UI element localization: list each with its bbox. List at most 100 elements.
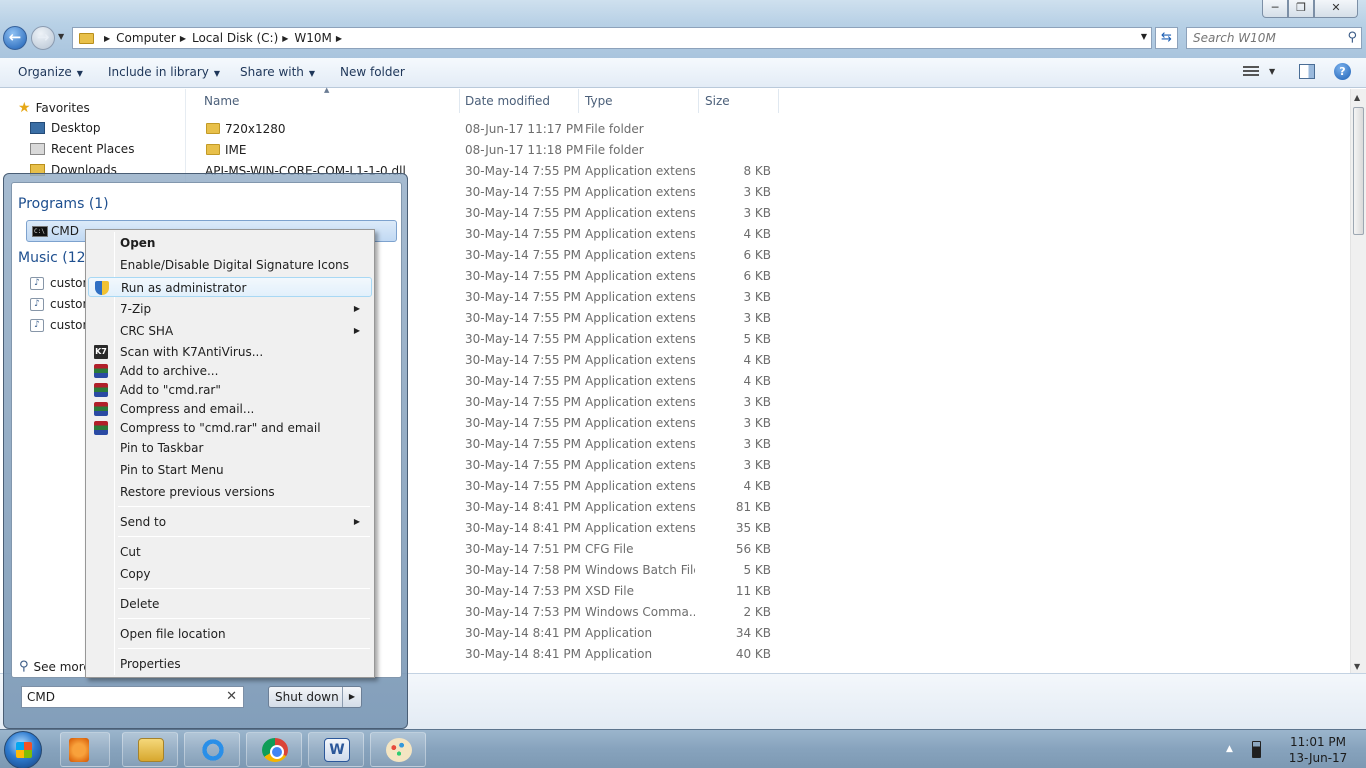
start-search-input[interactable] xyxy=(22,687,217,707)
menu-label: Add to archive... xyxy=(120,364,219,378)
column-divider[interactable] xyxy=(778,89,779,113)
menu-copy[interactable]: Copy xyxy=(88,564,372,584)
menu-delete[interactable]: Delete xyxy=(88,594,372,614)
winrar-icon xyxy=(94,402,108,416)
menu-cut[interactable]: Cut xyxy=(88,542,372,562)
file-size: 40 KB xyxy=(735,647,771,661)
search-input[interactable] xyxy=(1187,28,1337,48)
clear-search-icon[interactable]: ✕ xyxy=(226,689,237,704)
menu-open-file-location[interactable]: Open file location xyxy=(88,624,372,644)
column-type[interactable]: Type xyxy=(585,94,613,108)
new-folder-button[interactable]: New folder xyxy=(340,65,405,79)
file-date-modified: 30-May-14 7:53 PM xyxy=(465,584,581,598)
file-date-modified: 30-May-14 7:55 PM xyxy=(465,311,581,325)
menu-add-to-archive[interactable]: Add to archive... xyxy=(88,361,372,381)
start-button[interactable] xyxy=(4,731,42,768)
file-size: 35 KB xyxy=(735,521,771,535)
help-icon[interactable]: ? xyxy=(1334,63,1351,80)
breadcrumb-computer[interactable]: Computer xyxy=(116,31,176,45)
scroll-down-arrow[interactable]: ▼ xyxy=(1354,662,1360,671)
minimize-button[interactable]: ─ xyxy=(1262,0,1288,18)
share-with-menu[interactable]: Share with ▼ xyxy=(240,65,315,79)
preview-pane-icon[interactable] xyxy=(1299,64,1315,79)
menu-compress-cmd-rar-email[interactable]: Compress to "cmd.rar" and email xyxy=(88,418,372,438)
search-icon[interactable]: ⚲ xyxy=(1347,30,1357,45)
shutdown-options-arrow[interactable]: ▶ xyxy=(342,687,361,707)
file-size: 3 KB xyxy=(743,458,771,472)
menu-pin-to-taskbar[interactable]: Pin to Taskbar xyxy=(88,438,372,458)
column-divider[interactable] xyxy=(698,89,699,113)
file-type: Application extens... xyxy=(585,311,695,325)
chevron-right-icon[interactable]: ▶ xyxy=(180,34,186,43)
menu-run-as-administrator[interactable]: Run as administrator xyxy=(88,277,372,297)
menu-open[interactable]: Open xyxy=(88,233,372,253)
show-hidden-icons-arrow[interactable]: ▲ xyxy=(1226,744,1233,754)
programs-heading[interactable]: Programs (1) xyxy=(18,196,109,212)
clock[interactable]: 11:01 PM 13-Jun-17 xyxy=(1278,734,1358,766)
file-size: 5 KB xyxy=(743,563,771,577)
breadcrumb-w10m[interactable]: W10M xyxy=(294,31,332,45)
menu-label: Enable/Disable Digital Signature Icons xyxy=(120,258,350,272)
scroll-up-arrow[interactable]: ▲ xyxy=(1354,93,1360,102)
menu-label: Cut xyxy=(120,545,141,559)
see-more-results-link[interactable]: ⚲ See more xyxy=(19,659,91,674)
taskbar-internet-explorer[interactable] xyxy=(184,732,240,767)
chevron-right-icon[interactable]: ▶ xyxy=(336,34,342,43)
menu-properties[interactable]: Properties xyxy=(88,654,372,674)
chevron-right-icon[interactable]: ▶ xyxy=(104,34,110,43)
address-bar[interactable]: ▶ Computer ▶ Local Disk (C:) ▶ W10M ▶ ▼ xyxy=(72,27,1152,49)
menu-add-to-cmd-rar[interactable]: Add to "cmd.rar" xyxy=(88,380,372,400)
menu-label: Restore previous versions xyxy=(120,485,275,499)
taskbar-word[interactable]: W xyxy=(308,732,364,767)
change-view-icon[interactable] xyxy=(1243,66,1259,78)
menu-restore-previous-versions[interactable]: Restore previous versions xyxy=(88,482,372,502)
nav-desktop[interactable]: Desktop xyxy=(30,121,101,135)
menu-label: Add to "cmd.rar" xyxy=(120,383,221,397)
table-row[interactable]: IME 08-Jun-17 11:18 PM File folder xyxy=(187,140,787,161)
include-in-library-label: Include in library xyxy=(108,65,209,79)
menu-scan-k7[interactable]: K7 Scan with K7AntiVirus... xyxy=(88,342,372,362)
column-date-modified[interactable]: Date modified xyxy=(465,94,550,108)
menu-pin-to-start[interactable]: Pin to Start Menu xyxy=(88,460,372,480)
taskbar-explorer[interactable] xyxy=(122,732,178,767)
close-button[interactable]: ✕ xyxy=(1314,0,1358,18)
menu-send-to[interactable]: Send to ▶ xyxy=(88,512,372,532)
search-box[interactable]: ⚲ xyxy=(1186,27,1362,49)
start-search-box[interactable]: ✕ xyxy=(21,686,244,708)
address-dropdown-icon[interactable]: ▼ xyxy=(1141,32,1147,41)
breadcrumb-local-disk[interactable]: Local Disk (C:) xyxy=(192,31,278,45)
menu-7zip[interactable]: 7-Zip ▶ xyxy=(88,299,372,319)
vertical-scrollbar[interactable]: ▲ ▼ xyxy=(1350,89,1366,673)
nav-favorites[interactable]: ★ Favorites xyxy=(18,100,90,116)
recent-pages-dropdown[interactable]: ▼ xyxy=(58,32,64,41)
submenu-arrow-icon: ▶ xyxy=(353,326,360,335)
include-in-library-menu[interactable]: Include in library ▼ xyxy=(108,65,220,79)
audio-file-icon: ♪ xyxy=(30,318,44,332)
taskbar-media-player[interactable] xyxy=(60,732,110,767)
chevron-right-icon[interactable]: ▶ xyxy=(282,34,288,43)
organize-menu[interactable]: Organize ▼ xyxy=(18,65,83,79)
nav-recent-places[interactable]: Recent Places xyxy=(30,142,134,156)
column-divider[interactable] xyxy=(459,89,460,113)
battery-icon[interactable] xyxy=(1252,741,1261,758)
table-row[interactable]: 720x1280 08-Jun-17 11:17 PM File folder xyxy=(187,119,787,140)
menu-enable-disable-signature[interactable]: Enable/Disable Digital Signature Icons xyxy=(88,255,372,275)
scroll-thumb[interactable] xyxy=(1353,107,1364,235)
taskbar-paint[interactable] xyxy=(370,732,426,767)
shutdown-button[interactable]: Shut down ▶ xyxy=(268,686,362,708)
menu-crc-sha[interactable]: CRC SHA ▶ xyxy=(88,321,372,341)
menu-label: Open file location xyxy=(120,627,226,641)
back-button[interactable]: ← xyxy=(3,26,27,50)
taskbar-chrome[interactable] xyxy=(246,732,302,767)
forward-button[interactable]: → xyxy=(31,26,55,50)
file-date-modified: 30-May-14 7:55 PM xyxy=(465,353,581,367)
refresh-button[interactable]: ⇆ xyxy=(1155,27,1178,49)
column-size[interactable]: Size xyxy=(705,94,730,108)
column-divider[interactable] xyxy=(578,89,579,113)
file-type: Application extens... xyxy=(585,395,695,409)
view-options-dropdown[interactable]: ▼ xyxy=(1269,67,1275,76)
menu-separator xyxy=(118,618,370,619)
column-name[interactable]: Name xyxy=(204,94,239,108)
maximize-button[interactable]: ❐ xyxy=(1288,0,1314,18)
menu-compress-and-email[interactable]: Compress and email... xyxy=(88,399,372,419)
